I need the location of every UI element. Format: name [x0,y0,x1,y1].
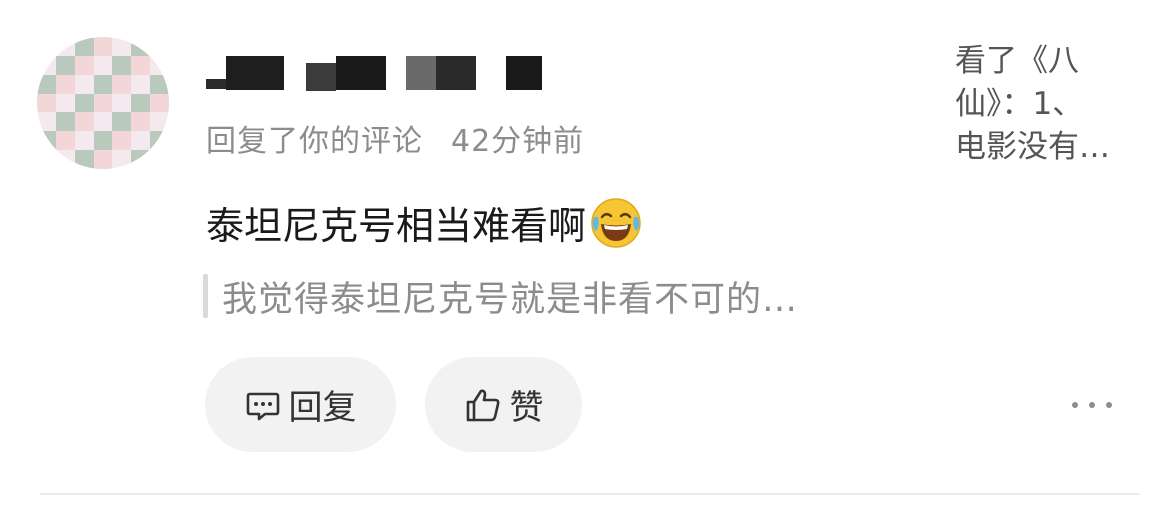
avatar[interactable] [37,37,169,169]
source-post-preview[interactable]: 看了《八 仙》：1、 电影没有… [955,40,1145,169]
like-button[interactable]: 赞 [425,357,582,452]
notification-meta: 回复了你的评论 42分钟前 [206,116,584,160]
more-dots-icon[interactable] [1072,390,1112,420]
face-with-tears-of-joy-icon [590,197,642,249]
reply-notification-card[interactable]: 回复了你的评论 42分钟前 泰坦尼克号相当难看啊 我觉得泰坦尼克号就是非看不可的… [0,0,1169,521]
comment-bubble-icon [245,387,281,423]
divider [40,493,1140,495]
reply-comment[interactable]: 泰坦尼克号相当难看啊 [206,195,642,250]
comment-text: 泰坦尼克号相当难看啊 [206,204,587,248]
quoted-comment[interactable]: 我觉得泰坦尼克号就是非看不可的… [203,272,798,320]
reply-label: 回复 [288,388,357,428]
like-label: 赞 [509,388,544,428]
quote-bar [203,274,208,318]
quoted-text: 我觉得泰坦尼克号就是非看不可的… [222,279,799,320]
username-redacted[interactable] [206,52,546,94]
source-line: 电影没有… [955,129,1110,165]
action-text: 回复了你的评论 [206,124,423,159]
source-line: 看了《八 [955,43,1079,79]
thumbs-up-icon [464,386,502,424]
timestamp: 42分钟前 [451,124,585,159]
source-line: 仙》：1、 [955,86,1084,122]
reply-button[interactable]: 回复 [205,357,396,452]
